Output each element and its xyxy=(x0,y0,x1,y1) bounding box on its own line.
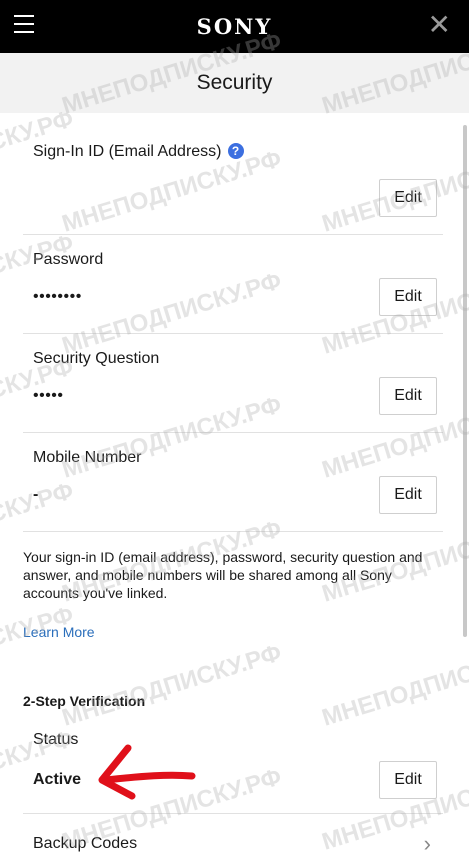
password-row: Password •••••••• Edit xyxy=(23,235,443,334)
security-question-value: ••••• xyxy=(33,387,64,404)
status-value: Active xyxy=(33,771,82,788)
status-label: Status xyxy=(33,731,79,748)
edit-password-button[interactable]: Edit xyxy=(379,278,437,316)
mobile-number-value: - xyxy=(33,486,39,503)
chevron-right-icon[interactable]: › xyxy=(424,831,431,857)
linked-accounts-info: Your sign-in ID (email address), passwor… xyxy=(23,549,423,601)
security-question-label: Security Question xyxy=(33,350,160,367)
edit-two-step-button[interactable]: Edit xyxy=(379,761,437,799)
password-value: •••••••• xyxy=(33,288,82,305)
security-content: Sign-In ID (Email Address)? Edit Passwor… xyxy=(0,113,469,856)
two-step-title: 2-Step Verification xyxy=(23,693,146,709)
signin-id-label: Sign-In ID (Email Address)? xyxy=(33,143,244,161)
edit-mobile-number-button[interactable]: Edit xyxy=(379,476,437,514)
red-arrow-annotation xyxy=(98,744,196,800)
edit-signin-id-button[interactable]: Edit xyxy=(379,179,437,217)
top-bar: SONY ✕ xyxy=(0,0,469,53)
security-question-row: Security Question ••••• Edit xyxy=(23,334,443,433)
divider xyxy=(23,813,443,814)
mobile-number-label: Mobile Number xyxy=(33,449,142,466)
brand-logo: SONY xyxy=(196,14,273,39)
mobile-number-row: Mobile Number - Edit xyxy=(23,433,443,532)
menu-icon[interactable] xyxy=(14,15,34,35)
scrollbar[interactable] xyxy=(463,125,467,637)
backup-codes-item[interactable]: Backup Codes xyxy=(33,835,137,853)
close-icon[interactable]: ✕ xyxy=(428,11,451,39)
edit-security-question-button[interactable]: Edit xyxy=(379,377,437,415)
learn-more-link[interactable]: Learn More xyxy=(23,624,95,640)
page-title: Security xyxy=(0,53,469,113)
help-icon[interactable]: ? xyxy=(227,143,244,159)
password-label: Password xyxy=(33,251,104,268)
signin-id-row: Sign-In ID (Email Address)? Edit xyxy=(23,121,443,235)
